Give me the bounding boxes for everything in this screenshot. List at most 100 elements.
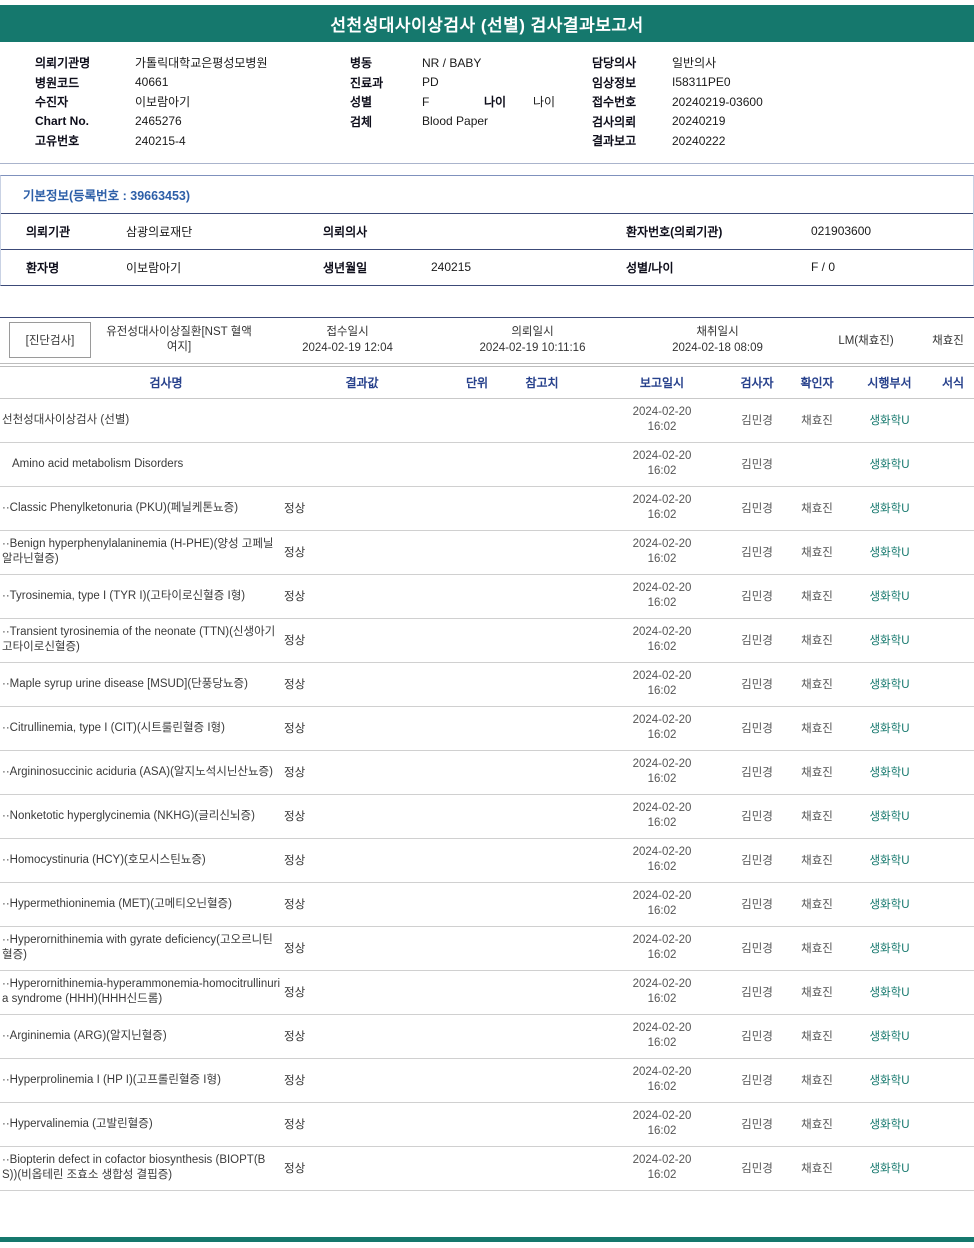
- test-name-cell: ··Biopterin defect in cofactor biosynthe…: [0, 1146, 282, 1191]
- confirmer-cell: 채효진: [787, 1014, 847, 1059]
- confirmer-cell: 채효진: [787, 882, 847, 927]
- test-name-cell: ··Argininemia (ARG)(알지닌혈증): [0, 1014, 282, 1059]
- report-datetime-cell: 2024-02-20 16:02: [597, 1058, 727, 1103]
- result-value-cell: 정상: [282, 662, 442, 707]
- info-label: 검체: [350, 114, 373, 129]
- confirmer-cell: 채효진: [787, 574, 847, 619]
- result-row: ··Argininosuccinic aciduria (ASA)(알지노석시닌…: [0, 750, 974, 795]
- reference-cell: [512, 1102, 597, 1147]
- info-value: 20240219-03600: [672, 94, 763, 109]
- info-label: 성별: [350, 95, 373, 110]
- report-time: 16:02: [647, 949, 677, 961]
- unit-cell: [442, 486, 512, 531]
- report-time: 16:02: [647, 1037, 677, 1049]
- confirmer-cell: 채효진: [787, 530, 847, 575]
- info-row: 수진자 이보람아기: [35, 92, 350, 112]
- basic-info-pair: 의뢰기관 삼광의료재단: [1, 223, 323, 240]
- result-row: ··Citrullinemia, type I (CIT)(시트룰린혈증 I형)…: [0, 706, 974, 751]
- hospital-info-col-2: 병동 NR / BABY 진료과 PD 성별 F 나이 나이 검체 Blood Paper: [350, 53, 592, 151]
- results-body: 선천성대사이상검사 (선별) 2024-02-20 16:02 김민경 채효진 생화학U A…: [0, 398, 974, 1191]
- info-value: 240215-4: [135, 133, 186, 148]
- exam-tag: [진단검사]: [9, 322, 91, 358]
- result-row: 선천성대사이상검사 (선별) 2024-02-20 16:02 김민경 채효진 생화학U: [0, 398, 974, 443]
- report-time: 16:02: [647, 729, 677, 741]
- basic-info-label: 환자번호(의뢰기관): [626, 224, 723, 239]
- result-value-cell: 정상: [282, 1146, 442, 1191]
- examiner-cell: 김민경: [727, 1058, 787, 1103]
- exam-datetime: 접수일시 2024-02-19 12:04: [255, 324, 440, 356]
- form-cell: [932, 1102, 974, 1147]
- reference-cell: [512, 926, 597, 971]
- department-cell: 생화학U: [847, 618, 932, 663]
- info-value: NR / BABY: [422, 55, 482, 70]
- report-datetime-cell: 2024-02-20 16:02: [597, 706, 727, 751]
- form-cell: [932, 970, 974, 1015]
- reference-cell: [512, 618, 597, 663]
- basic-info-value: 240215: [431, 260, 472, 274]
- info-label: Chart No.: [35, 114, 89, 129]
- basic-info-rows: 의뢰기관 삼광의료재단 의뢰의사 환자번호(의뢰기관) 021903600 환자명 이보람아…: [1, 212, 973, 285]
- reference-cell: [512, 750, 597, 795]
- unit-cell: [442, 1102, 512, 1147]
- result-value-cell: 정상: [282, 618, 442, 663]
- report-date: 2024-02-20: [632, 406, 692, 418]
- result-value-cell: 정상: [282, 574, 442, 619]
- unit-cell: [442, 706, 512, 751]
- report-datetime-cell: 2024-02-20 16:02: [597, 398, 727, 443]
- form-cell: [932, 662, 974, 707]
- department-cell: 생화학U: [847, 662, 932, 707]
- basic-info-label: 의뢰기관: [26, 224, 71, 239]
- department-cell: 생화학U: [847, 574, 932, 619]
- unit-cell: [442, 838, 512, 883]
- collector-name: LM(채효진): [838, 335, 894, 347]
- exam-datetime: 채취일시 2024-02-18 08:09: [625, 324, 810, 356]
- test-name-cell: ··Hyperornithinemia with gyrate deficien…: [0, 926, 282, 971]
- test-name-cell: ··Citrullinemia, type I (CIT)(시트룰린혈증 I형): [0, 706, 282, 751]
- basic-info-value: 이보람아기: [126, 260, 182, 275]
- department-cell: 생화학U: [847, 882, 932, 927]
- result-value-cell: 정상: [282, 750, 442, 795]
- info-label: 병원코드: [35, 75, 80, 90]
- examiner-cell: 김민경: [727, 794, 787, 839]
- results-header-cell: 검사명: [0, 365, 282, 399]
- department-cell: 생화학U: [847, 926, 932, 971]
- next-page-banner: [0, 1236, 974, 1242]
- unit-cell: [442, 750, 512, 795]
- confirmer-cell: 채효진: [787, 750, 847, 795]
- department-cell: 생화학U: [847, 1102, 932, 1147]
- form-cell: [932, 398, 974, 443]
- form-cell: [932, 794, 974, 839]
- confirmer-cell: [787, 442, 847, 487]
- result-row: ··Transient tyrosinemia of the neonate (…: [0, 618, 974, 663]
- department-cell: 생화학U: [847, 486, 932, 531]
- report-date: 2024-02-20: [632, 802, 692, 814]
- examiner-cell: 김민경: [727, 750, 787, 795]
- report-date: 2024-02-20: [632, 890, 692, 902]
- examiner-cell: 김민경: [727, 706, 787, 751]
- form-cell: [932, 1058, 974, 1103]
- result-value-cell: 정상: [282, 530, 442, 575]
- confirmer-cell: 채효진: [787, 926, 847, 971]
- confirmer-cell: 채효진: [787, 838, 847, 883]
- examiner-cell: 김민경: [727, 662, 787, 707]
- basic-info-row: 환자명 이보람아기 생년월일 240215 성별/나이 F / 0: [1, 248, 973, 285]
- report-time: 16:02: [647, 685, 677, 697]
- unit-cell: [442, 618, 512, 663]
- basic-info-pair: 환자명 이보람아기: [1, 259, 323, 276]
- report-date: 2024-02-20: [632, 714, 692, 726]
- department-cell: 생화학U: [847, 794, 932, 839]
- unit-cell: [442, 794, 512, 839]
- basic-info-label: 환자명: [26, 260, 60, 275]
- info-label: 고유번호: [35, 134, 80, 149]
- info-label: 의뢰기관명: [35, 56, 91, 71]
- form-cell: [932, 882, 974, 927]
- confirmer-cell: 채효진: [787, 794, 847, 839]
- report-time: 16:02: [647, 905, 677, 917]
- department-cell: 생화학U: [847, 398, 932, 443]
- result-value-cell: 정상: [282, 706, 442, 751]
- department-cell: 생화학U: [847, 1058, 932, 1103]
- results-header-cell: 참고치: [512, 365, 597, 399]
- info-row: Chart No. 2465276: [35, 112, 350, 132]
- department-cell: 생화학U: [847, 750, 932, 795]
- examiner-cell: 김민경: [727, 882, 787, 927]
